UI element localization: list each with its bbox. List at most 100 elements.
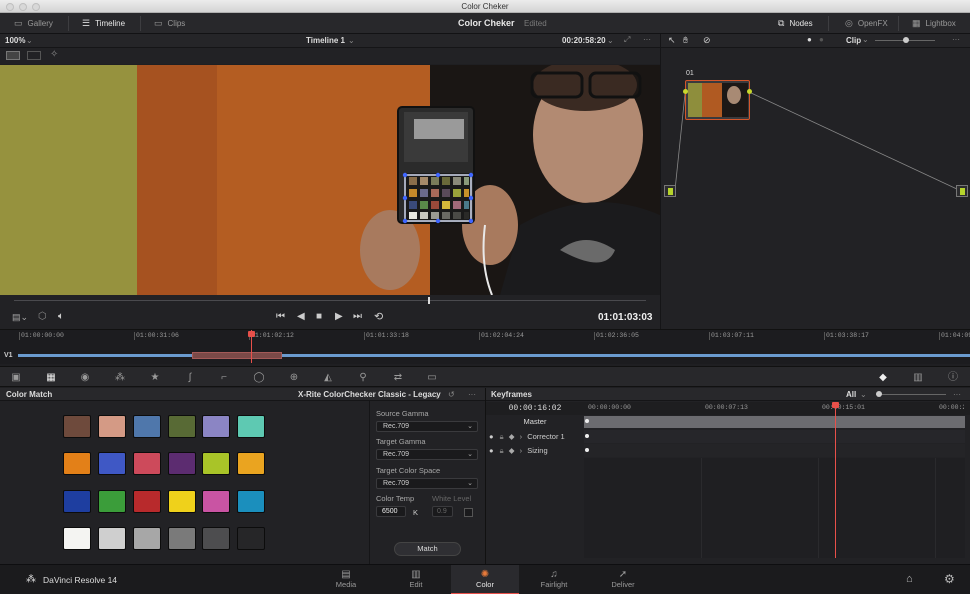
color-swatch[interactable] [202,490,230,513]
qualifier-icon[interactable]: ⌐ [217,371,231,384]
keyframe-zoom-handle[interactable] [876,391,882,397]
cube-icon[interactable]: ⬡ [38,311,47,322]
corrector-keyframe[interactable] [585,434,589,438]
timeline-name[interactable]: Timeline 1 [306,36,345,45]
target-gamma-select[interactable]: Rec.709 ⌄ [376,449,478,460]
chevron-down-icon[interactable]: ⌄ [348,36,355,45]
page-media[interactable]: ▤ Media [312,565,380,594]
timeline-ruler[interactable]: 01:00:00:00 01:00:31:06 01:01:02:12 01:01:3… [0,330,970,342]
output-port[interactable] [960,188,965,195]
source-input-node[interactable] [664,185,676,197]
node-input-port[interactable] [683,89,688,94]
kf-row-master[interactable]: Master [486,415,584,429]
blur-icon[interactable]: ◭ [321,371,335,384]
color-match-icon[interactable]: ▦ [44,371,58,384]
color-swatch[interactable] [202,415,230,438]
timeline-button[interactable]: ☰ Timeline [82,13,125,34]
visibility-dot-icon[interactable]: ● [489,446,494,455]
input-port[interactable] [668,188,673,195]
scopes-icon[interactable]: ▥ [911,371,925,384]
chevron-down-icon[interactable]: ⌄ [433,388,440,401]
page-edit[interactable]: ▥ Edit [382,565,450,594]
more-options-icon[interactable]: ··· [953,388,961,401]
lock-icon[interactable]: 🔒︎ [500,432,504,441]
reverse-play-icon[interactable]: ◀ [297,311,305,322]
chevron-down-icon[interactable]: ⌄ [860,388,867,401]
color-swatch[interactable] [98,415,126,438]
bypass-icon[interactable]: ⊘ [703,35,711,46]
clips-button[interactable]: ▭ Clips [154,13,185,34]
master-keyframe[interactable] [585,419,589,423]
scrubber-handle[interactable] [428,297,430,304]
color-swatch[interactable] [202,527,230,550]
3d-icon[interactable]: ▭ [425,371,439,384]
color-swatch[interactable] [168,415,196,438]
color-swatch[interactable] [168,527,196,550]
source-gamma-select[interactable]: Rec.709 ⌄ [376,421,478,432]
color-swatch[interactable] [237,490,265,513]
white-level-input[interactable]: 0.9 [432,506,453,517]
page-color[interactable]: ✺ Color [451,565,519,594]
node-output-port[interactable] [747,89,752,94]
pointer-icon[interactable]: ↖ [668,35,676,46]
viewer-options-icon[interactable]: ▤⌄ [12,312,28,323]
color-swatch[interactable] [237,452,265,475]
split-view-icon[interactable] [27,51,41,60]
color-swatch[interactable] [98,452,126,475]
fullscreen-icon[interactable]: ⤢ [624,35,630,45]
color-swatch[interactable] [98,490,126,513]
color-swatch[interactable] [63,490,91,513]
color-swatch[interactable] [202,452,230,475]
scrubber-track[interactable] [14,300,646,301]
color-swatch[interactable] [168,490,196,513]
magic-wand-icon[interactable]: ✧ [50,49,58,60]
more-options-icon[interactable]: ··· [643,35,651,44]
reset-icon[interactable]: ↺ [448,388,455,401]
lightbox-button[interactable]: ▦ Lightbox [912,13,956,34]
node-editor[interactable]: ↖ ✋︎ ⊘ ● ● Clip ⌄ ··· 01 [660,34,970,329]
color-swatch[interactable] [98,527,126,550]
stop-icon[interactable]: ■ [316,311,322,322]
keyframes-icon[interactable]: ◆ [876,371,890,384]
more-options-icon[interactable]: ··· [468,388,476,401]
nodes-button[interactable]: ⧉ Nodes [778,13,813,34]
key-icon[interactable]: ⚲ [356,371,370,384]
page-fairlight[interactable]: ♫ Fairlight [520,565,588,594]
color-swatch[interactable] [63,452,91,475]
keyframe-zoom-slider[interactable] [876,394,946,395]
loop-icon[interactable]: ⟲ [374,310,383,323]
settings-gear-icon[interactable]: ⚙ [944,572,955,586]
color-swatch[interactable] [133,452,161,475]
viewer-image[interactable] [0,65,660,295]
go-to-start-icon[interactable]: ⏮︎ [276,311,285,322]
target-color-space-select[interactable]: Rec.709 ⌄ [376,478,478,489]
visibility-dot-icon[interactable]: ● [489,432,494,441]
curves-icon[interactable]: ∫ [183,371,197,384]
color-swatch[interactable] [237,415,265,438]
expand-icon[interactable]: › [520,432,523,441]
volume-icon[interactable]: 🔈︎ [58,311,64,322]
mini-timeline[interactable]: 01:00:00:00 01:00:31:06 01:01:02:12 01:01:3… [0,329,970,364]
color-swatch[interactable] [63,527,91,550]
master-track[interactable] [584,416,965,428]
corrector-node[interactable] [683,80,752,120]
color-swatch[interactable] [133,415,161,438]
window-icon[interactable]: ◯ [252,371,266,384]
color-swatch[interactable] [63,415,91,438]
lock-icon[interactable]: 🔒︎ [500,446,504,455]
white-level-checkbox[interactable] [464,508,473,517]
keyframe-diamond-icon[interactable]: ◆ [509,446,515,455]
home-icon[interactable]: ⌂ [906,573,913,585]
keyframe-filter[interactable]: All [846,388,856,401]
play-icon[interactable]: ▶ [335,311,343,322]
playhead-handle[interactable] [832,402,839,408]
keyframe-ruler[interactable]: 00:00:00:0000:00:07:1300:00:15:0100:00:2… [584,402,970,415]
playhead-handle[interactable] [248,331,255,337]
output-node[interactable] [956,185,968,197]
go-to-end-icon[interactable]: ⏭︎ [353,311,362,322]
motion-effects-icon[interactable]: ★ [148,371,162,384]
dot-icon[interactable]: ● [819,35,824,44]
match-button[interactable]: Match [394,542,461,556]
expand-icon[interactable]: › [520,446,523,455]
chart-type-select[interactable]: X-Rite ColorChecker Classic - Legacy [298,388,441,401]
